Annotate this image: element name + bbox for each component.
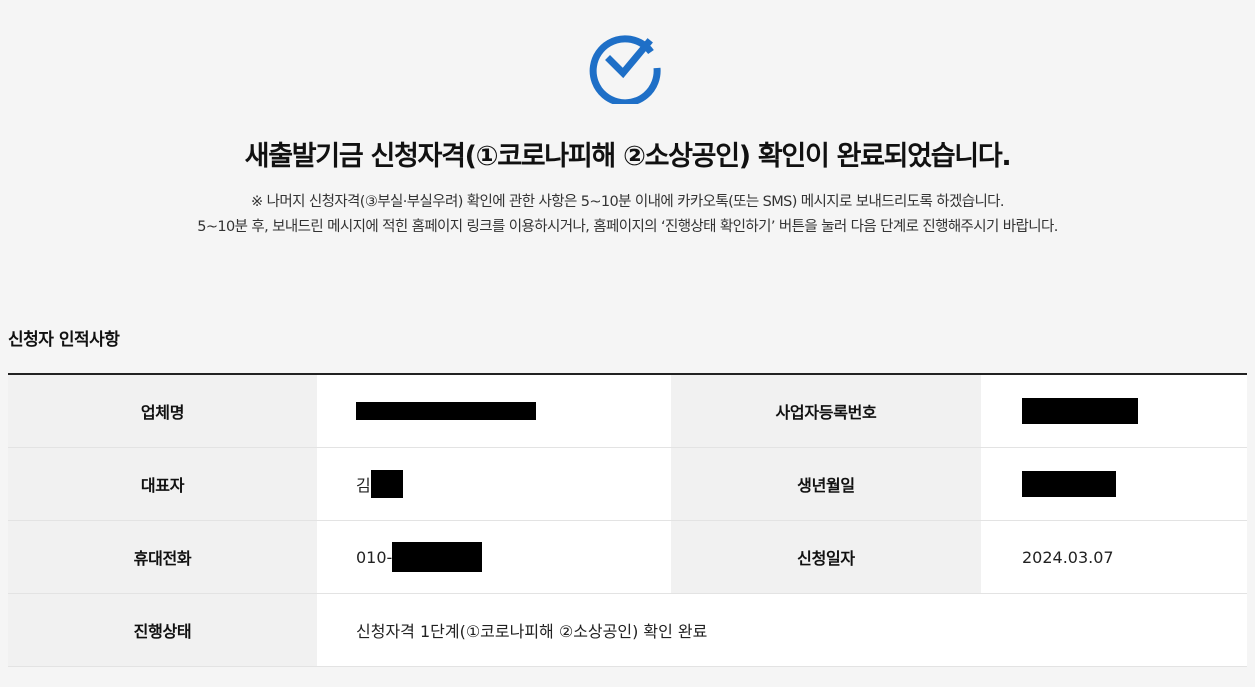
date-value: 2024.03.07 <box>981 521 1247 593</box>
rep-value: 김 <box>317 448 671 520</box>
company-value <box>317 375 671 447</box>
table-row: 대표자 김 생년월일 <box>8 448 1247 521</box>
phone-prefix: 010- <box>356 547 393 567</box>
table-row: 휴대전화 010- 신청일자 2024.03.07 <box>8 521 1247 594</box>
section-title: 신청자 인적사항 <box>8 330 120 350</box>
company-label: 업체명 <box>8 375 317 447</box>
phone-label: 휴대전화 <box>8 521 317 593</box>
redacted-company-name <box>356 402 536 420</box>
notice-line-1: ※ 나머지 신청자격(③부실·부실우려) 확인에 관한 사항은 5~10분 이내… <box>251 194 1004 210</box>
check-circle-icon <box>587 26 665 107</box>
completion-title: 새출발기금 신청자격(①코로나피해 ②소상공인) 확인이 완료되었습니다. <box>244 141 1012 172</box>
date-label: 신청일자 <box>671 521 981 593</box>
rep-label: 대표자 <box>8 448 317 520</box>
status-label: 진행상태 <box>8 594 317 666</box>
notice-line-2: 5~10분 후, 보내드린 메시지에 적힌 홈페이지 링크를 이용하시거나, 홈… <box>197 219 1058 235</box>
birth-label: 생년월일 <box>671 448 981 520</box>
redacted-rep-name <box>370 470 403 498</box>
redacted-phone-number <box>392 542 483 572</box>
phone-value: 010- <box>317 521 671 593</box>
birth-value <box>981 448 1247 520</box>
status-value: 신청자격 1단계(①코로나피해 ②소상공인) 확인 완료 <box>317 594 1247 666</box>
rep-name-prefix: 김 <box>356 476 371 495</box>
bizno-value <box>981 375 1247 447</box>
redacted-birthdate <box>1022 471 1116 497</box>
applicant-info-table: 업체명 사업자등록번호 대표자 김 생년월일 휴대전화 010- 신청일자 20… <box>8 373 1247 667</box>
table-row: 진행상태 신청자격 1단계(①코로나피해 ②소상공인) 확인 완료 <box>8 594 1247 667</box>
bizno-label: 사업자등록번호 <box>671 375 981 447</box>
redacted-bizno <box>1022 398 1138 424</box>
table-row: 업체명 사업자등록번호 <box>8 375 1247 448</box>
